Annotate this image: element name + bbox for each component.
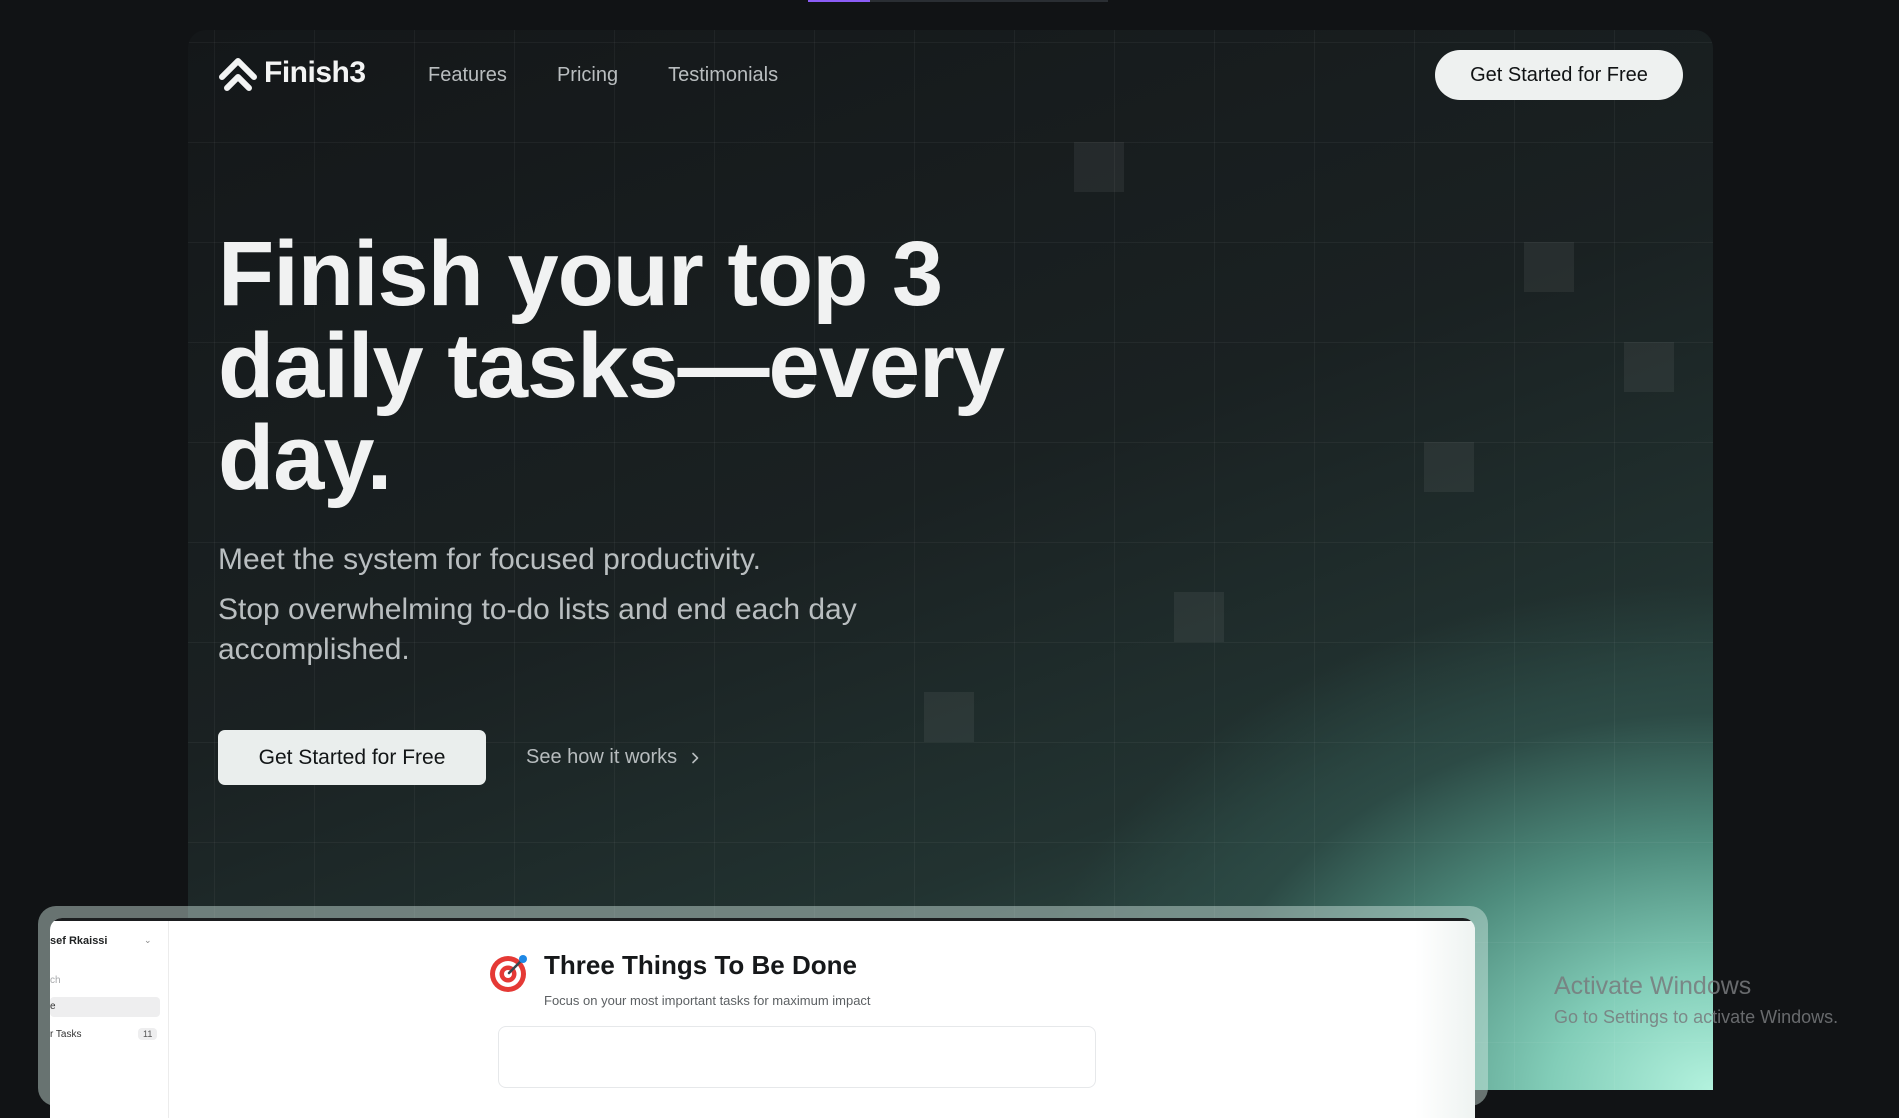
preview-task-card — [498, 1026, 1096, 1088]
preview-search-label: ch — [50, 975, 61, 986]
preview-tasks-count-badge: 11 — [138, 1028, 158, 1040]
top-progress-bar — [808, 0, 1108, 2]
see-how-it-works-link[interactable]: See how it works — [526, 746, 701, 769]
preview-sidebar: sef Rkaissi ⌄ ch e r Tasks 11 — [50, 921, 169, 1118]
hero-subtitle-2: Stop overwhelming to-do lists and end ea… — [218, 593, 857, 666]
nav-link-features[interactable]: Features — [428, 64, 507, 87]
watermark-line-2: Go to Settings to activate Windows. — [1554, 1007, 1839, 1027]
top-progress-fill — [808, 0, 870, 2]
preview-top-border — [50, 918, 1475, 921]
chevron-right-icon — [692, 752, 699, 763]
grid-tile — [1524, 242, 1574, 292]
main-nav: Features Pricing Testimonials — [428, 64, 778, 87]
header-get-started-button[interactable]: Get Started for Free — [1435, 50, 1683, 100]
preview-title: Three Things To Be Done — [544, 950, 857, 980]
grid-tile — [1074, 142, 1124, 192]
preview-subtitle: Focus on your most important tasks for m… — [544, 993, 871, 1008]
grid-tile — [1624, 342, 1674, 392]
see-how-it-works-label: See how it works — [526, 746, 678, 768]
grid-tile — [1424, 442, 1474, 492]
preview-right-fade — [1415, 921, 1475, 1118]
finish3-logo-icon — [219, 58, 257, 91]
grid-tile — [1174, 592, 1224, 642]
nav-link-testimonials[interactable]: Testimonials — [668, 64, 778, 87]
brand-name: Finish3 — [264, 56, 366, 89]
windows-activation-watermark: Activate Windows Go to Settings to activ… — [1554, 972, 1838, 1028]
hero-get-started-button[interactable]: Get Started for Free — [218, 730, 486, 785]
watermark-line-1: Activate Windows — [1554, 972, 1752, 1000]
preview-sidebar-tasks: r Tasks — [50, 1029, 82, 1040]
chevron-down-icon: ⌄ — [144, 935, 152, 945]
app-preview: sef Rkaissi ⌄ ch e r Tasks 11 Three Thin… — [50, 918, 1475, 1118]
target-icon — [490, 955, 527, 992]
preview-sidebar-active-item: e — [50, 997, 160, 1017]
nav-link-pricing[interactable]: Pricing — [557, 64, 618, 87]
brand-logo[interactable]: Finish3 — [218, 53, 366, 93]
grid-tile — [924, 692, 974, 742]
preview-user-name: sef Rkaissi — [50, 935, 108, 947]
hero-subtitle-1: Meet the system for focused productivity… — [218, 543, 762, 576]
hero-headline: Finish your top 3 daily tasks—every day. — [218, 223, 1005, 509]
